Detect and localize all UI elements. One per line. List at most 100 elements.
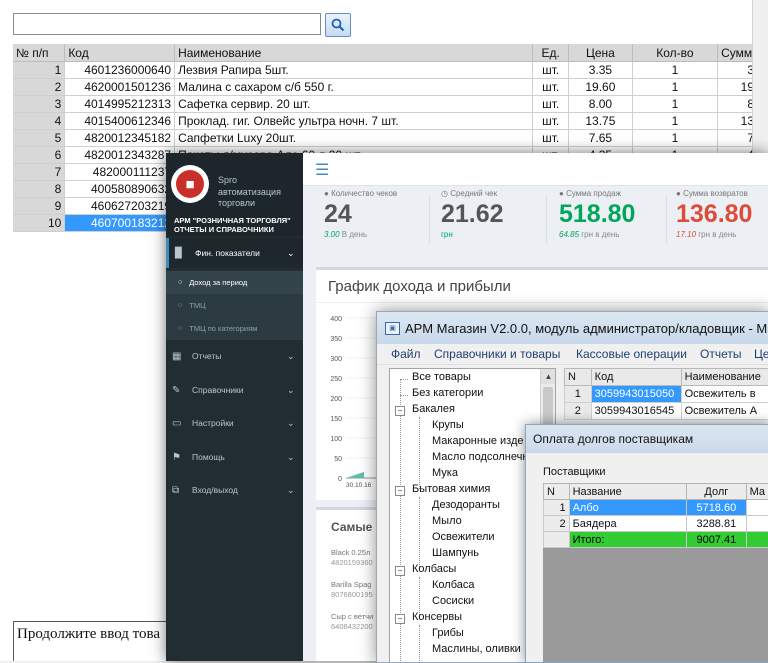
total-label: Итого: — [569, 532, 687, 548]
col-unit[interactable]: Ед. — [533, 44, 569, 62]
col-name[interactable]: Наименование — [681, 369, 768, 386]
admin-titlebar[interactable]: ▣ АРМ Магазин V2.0.0, модуль администрат… — [377, 312, 768, 344]
sidebar-item-refs[interactable]: ✎ Справочники ⌄ — [166, 375, 303, 405]
total-row: Итого:9007.41 — [544, 532, 768, 548]
sidebar-item-fin[interactable]: ▉ Фин. показатели ⌄ — [166, 238, 303, 268]
tree-node-krupy[interactable]: Крупы — [432, 419, 464, 431]
suppliers-table: N Название Долг Ма 1Албо5718.60 2Баядера… — [543, 483, 768, 548]
circle-icon: ○ — [178, 279, 182, 286]
stat-returns: ● Сумма возвратов 136.80 17.10 грн в ден… — [676, 189, 768, 251]
tree-node-bakaleya[interactable]: Бакалея — [412, 403, 455, 415]
table-row[interactable]: 2Баядера3288.81 — [544, 516, 768, 532]
circle-icon: ○ — [178, 302, 182, 309]
hamburger-menu-icon[interactable]: ☰ — [315, 160, 329, 180]
products-table: N Код Наименование 13059943015050Освежит… — [564, 368, 768, 420]
col-qty[interactable]: Кол-во — [632, 44, 717, 62]
collapse-icon[interactable]: − — [395, 614, 405, 624]
col-n[interactable]: N — [565, 369, 592, 386]
sidebar-subitem-tmc-cat[interactable]: ○ТМЦ по категориям — [166, 317, 303, 340]
list-item: Black 0.25л4820159360 — [331, 548, 381, 568]
tree-node-byt[interactable]: Бытовая химия — [412, 483, 490, 495]
table-row[interactable]: 14601236000640Лезвия Рапира 5шт.шт.3.351… — [13, 62, 768, 79]
tree-node-sosiski[interactable]: Сосиски — [432, 595, 474, 607]
tree-node-konservy[interactable]: Консервы — [412, 611, 462, 623]
col-name[interactable]: Наименование — [175, 44, 533, 62]
y-tick-label: 250 — [330, 376, 342, 383]
table-row-selected[interactable]: 1Албо5718.60 — [544, 500, 768, 516]
list-item: Сыр с ветчи6408432200 — [331, 612, 381, 632]
collapse-icon[interactable]: − — [395, 566, 405, 576]
chevron-down-icon: ⌄ — [287, 351, 303, 362]
menu-cash-ops[interactable]: Кассовые операции — [576, 347, 687, 361]
y-tick-label: 200 — [330, 396, 342, 403]
tree-node-nocat[interactable]: Без категории — [412, 387, 483, 399]
table-row[interactable]: 34014995212313Сафетка сервир. 20 шт.шт.8… — [13, 96, 768, 113]
search-button[interactable] — [325, 13, 351, 37]
tree-node-muka[interactable]: Мука — [432, 467, 458, 479]
barcode-search-input[interactable] — [13, 13, 321, 35]
menu-reports[interactable]: Отчеты — [700, 347, 741, 361]
monitor-icon: ▭ — [172, 418, 186, 429]
sidebar-subitem-tmc[interactable]: ○ТМЦ — [166, 294, 303, 317]
stat-value: 21.62 — [441, 200, 561, 229]
menu-prices[interactable]: Це — [754, 347, 768, 361]
col-supplier-name[interactable]: Название — [569, 484, 687, 500]
menu-refs-goods[interactable]: Справочники и товары — [434, 347, 560, 361]
sidebar-item-help[interactable]: ⚑ Помощь ⌄ — [166, 442, 303, 472]
suppliers-header-row: N Название Долг Ма — [544, 484, 768, 500]
col-code[interactable]: Код — [591, 369, 681, 386]
stat-value: 518.80 — [559, 200, 679, 229]
tree-node-makaron[interactable]: Макаронные изде — [432, 435, 524, 447]
table-row[interactable]: 23059943016545Освежитель А — [565, 403, 768, 420]
table-icon: ▦ — [172, 351, 186, 362]
user-icon: ● — [324, 189, 331, 198]
menu-file[interactable]: Файл — [391, 347, 421, 361]
y-tick-label: 400 — [330, 316, 342, 323]
col-n[interactable]: N — [544, 484, 570, 500]
sidebar-subitem-period[interactable]: ○Доход за период — [166, 271, 303, 294]
collapse-icon[interactable]: − — [395, 406, 405, 416]
table-row[interactable]: 24620001501236Малина с сахаром с/б 550 г… — [13, 79, 768, 96]
tree-node-maslo[interactable]: Масло подсолнечн — [432, 451, 528, 463]
stat-receipts: ● Количество чеков 24 3.00 В день — [324, 189, 444, 251]
clock-icon: ◷ — [441, 189, 450, 198]
tree-node-kolbasa[interactable]: Колбаса — [432, 579, 475, 591]
y-tick-label: 350 — [330, 336, 342, 343]
col-more[interactable]: Ма — [746, 484, 768, 500]
tree-node-kolbasy[interactable]: Колбасы — [412, 563, 456, 575]
sidebar-item-login[interactable]: ⧉ Вход/выход ⌄ — [166, 475, 303, 505]
tree-node-masliny[interactable]: Маслины, оливки — [432, 643, 521, 655]
scroll-thumb[interactable] — [543, 387, 553, 427]
stat-avg-check: ◷ Средний чек 21.62 грн — [441, 189, 561, 251]
tree-node-dezod[interactable]: Дезодоранты — [432, 499, 500, 511]
tree-node-griby[interactable]: Грибы — [432, 627, 464, 639]
scroll-up-icon[interactable]: ▲ — [541, 369, 556, 384]
tree-node-shampun[interactable]: Шампунь — [432, 547, 479, 559]
divider — [666, 195, 667, 243]
tree-node-all[interactable]: Все товары — [412, 371, 471, 383]
table-row-selected[interactable]: 13059943015050Освежитель в — [565, 386, 768, 403]
col-n[interactable]: № п/п — [13, 44, 65, 62]
y-tick-label: 150 — [330, 416, 342, 423]
x-tick-label: 30.10.16 — [346, 482, 372, 489]
suppliers-grid[interactable]: N Название Долг Ма 1Албо5718.60 2Баядера… — [543, 483, 768, 662]
col-price[interactable]: Цена — [569, 44, 633, 62]
dollar-icon: ● — [559, 189, 566, 198]
y-tick-label: 100 — [330, 436, 342, 443]
dialog-titlebar[interactable]: Оплата долгов поставщикам — [526, 425, 768, 453]
sidebar-item-settings[interactable]: ▭ Настройки ⌄ — [166, 408, 303, 438]
table-row[interactable]: 44015400612346Проклад. гиг. Олвейс ультр… — [13, 113, 768, 130]
pos-status-text: Продолжите ввод това — [13, 621, 183, 661]
products-header-row: N Код Наименование — [565, 369, 768, 386]
tree-node-mylo[interactable]: Мыло — [432, 515, 462, 527]
col-code[interactable]: Код — [65, 44, 175, 62]
suppliers-label: Поставщики — [543, 466, 606, 478]
logo: ■ — [171, 165, 209, 203]
bar-chart-icon: ▉ — [175, 248, 189, 259]
col-debt[interactable]: Долг — [687, 484, 746, 500]
sidebar-item-reports[interactable]: ▦ Отчеты ⌄ — [166, 341, 303, 371]
receipt-header-row: № п/п Код Наименование Ед. Цена Кол-во С… — [13, 44, 768, 62]
tree-node-osvezh[interactable]: Освежители — [432, 531, 495, 543]
table-row[interactable]: 54820012345182Сапфетки Luxy 20шт.шт.7.65… — [13, 130, 768, 147]
collapse-icon[interactable]: − — [395, 486, 405, 496]
